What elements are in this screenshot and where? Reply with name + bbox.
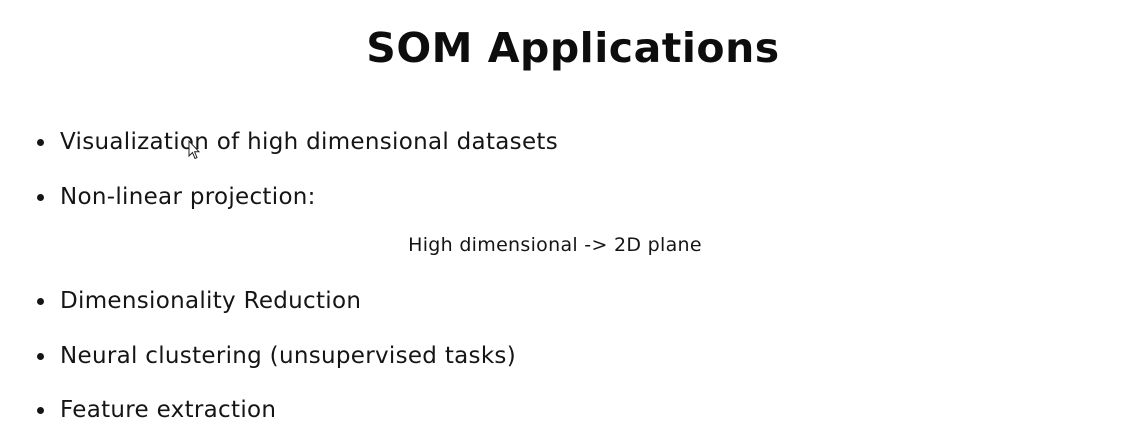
bullet-text: Dimensionality Reduction: [60, 288, 362, 314]
bullet-text: Non-linear projection:: [60, 184, 316, 210]
bullet-text: Neural clustering (unsupervised tasks): [60, 343, 516, 369]
bullet-item: Non-linear projection:: [34, 181, 316, 213]
bullet-dot-icon: [37, 193, 44, 201]
bullet-dot-icon: [37, 138, 44, 146]
bullet-item: Visualization of high dimensional datase…: [34, 126, 558, 158]
bullet-text: Visualization of high dimensional datase…: [60, 129, 559, 155]
bullet-item: Feature extraction: [34, 394, 276, 426]
bullet-text: Feature extraction: [60, 397, 277, 423]
bullet-item: Dimensionality Reduction: [34, 285, 361, 317]
bullet-dot-icon: [37, 406, 44, 414]
projection-sub-line: High dimensional -> 2D plane: [408, 234, 702, 256]
bullet-dot-icon: [37, 352, 44, 360]
bullet-item: Neural clustering (unsupervised tasks): [34, 340, 516, 372]
slide-title: SOM Applications: [366, 24, 780, 72]
slide: SOM Applications Visualization of high d…: [0, 0, 1136, 438]
bullet-dot-icon: [37, 297, 44, 305]
mouse-pointer-icon: [188, 140, 200, 160]
